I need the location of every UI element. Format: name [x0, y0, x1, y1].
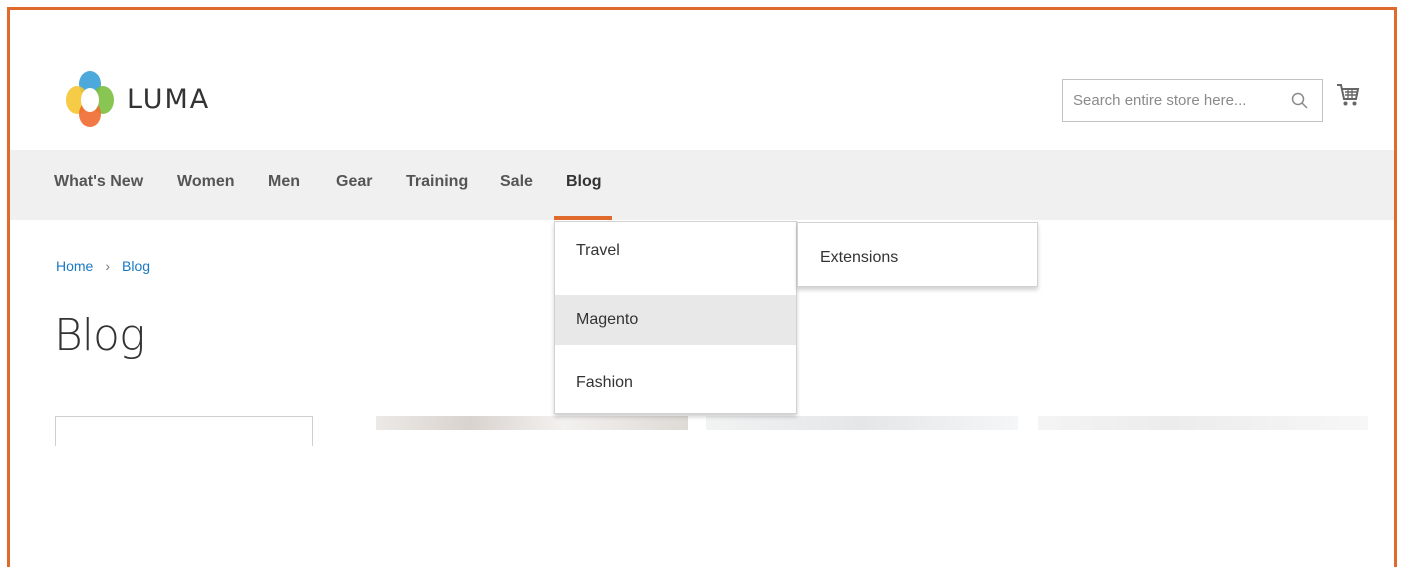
brand-name: LUMA — [127, 83, 211, 115]
page-title: Blog — [54, 310, 145, 361]
breadcrumb-home-link[interactable]: Home — [56, 258, 93, 274]
menu-item-magento[interactable]: Magento — [555, 295, 796, 345]
search-icon[interactable] — [1290, 91, 1310, 111]
nav-item-gear[interactable]: Gear — [336, 173, 372, 191]
nav-item-blog[interactable]: Blog — [566, 173, 602, 191]
search-input[interactable] — [1063, 80, 1288, 121]
main-navigation: What's New Women Men Gear Training Sale … — [10, 150, 1394, 220]
blog-post-image[interactable] — [1038, 416, 1368, 430]
breadcrumb-current[interactable]: Blog — [122, 258, 150, 274]
nav-item-training[interactable]: Training — [406, 173, 468, 191]
sidebar-panel — [55, 416, 313, 446]
store-logo[interactable]: LUMA — [65, 70, 210, 128]
blog-dropdown-menu: Travel Magento Fashion — [554, 221, 797, 414]
menu-item-extensions[interactable]: Extensions — [798, 233, 1037, 283]
nav-active-indicator — [554, 216, 612, 220]
menu-item-travel[interactable]: Travel — [555, 226, 796, 276]
blog-post-image[interactable] — [706, 416, 1018, 430]
menu-item-fashion[interactable]: Fashion — [555, 358, 796, 408]
breadcrumb: Home › Blog — [56, 258, 150, 274]
travel-submenu: Extensions — [797, 222, 1038, 287]
nav-item-sale[interactable]: Sale — [500, 173, 533, 191]
search-box — [1062, 79, 1323, 122]
blog-post-image[interactable] — [376, 416, 688, 430]
nav-item-women[interactable]: Women — [177, 173, 234, 191]
cart-icon[interactable] — [1336, 82, 1360, 108]
nav-item-whats-new[interactable]: What's New — [54, 173, 143, 191]
nav-item-men[interactable]: Men — [268, 173, 300, 191]
chevron-right-icon: › — [105, 258, 111, 274]
logo-icon — [66, 71, 114, 127]
page-frame: LUMA What's New Women Men Gear Training … — [7, 7, 1397, 567]
